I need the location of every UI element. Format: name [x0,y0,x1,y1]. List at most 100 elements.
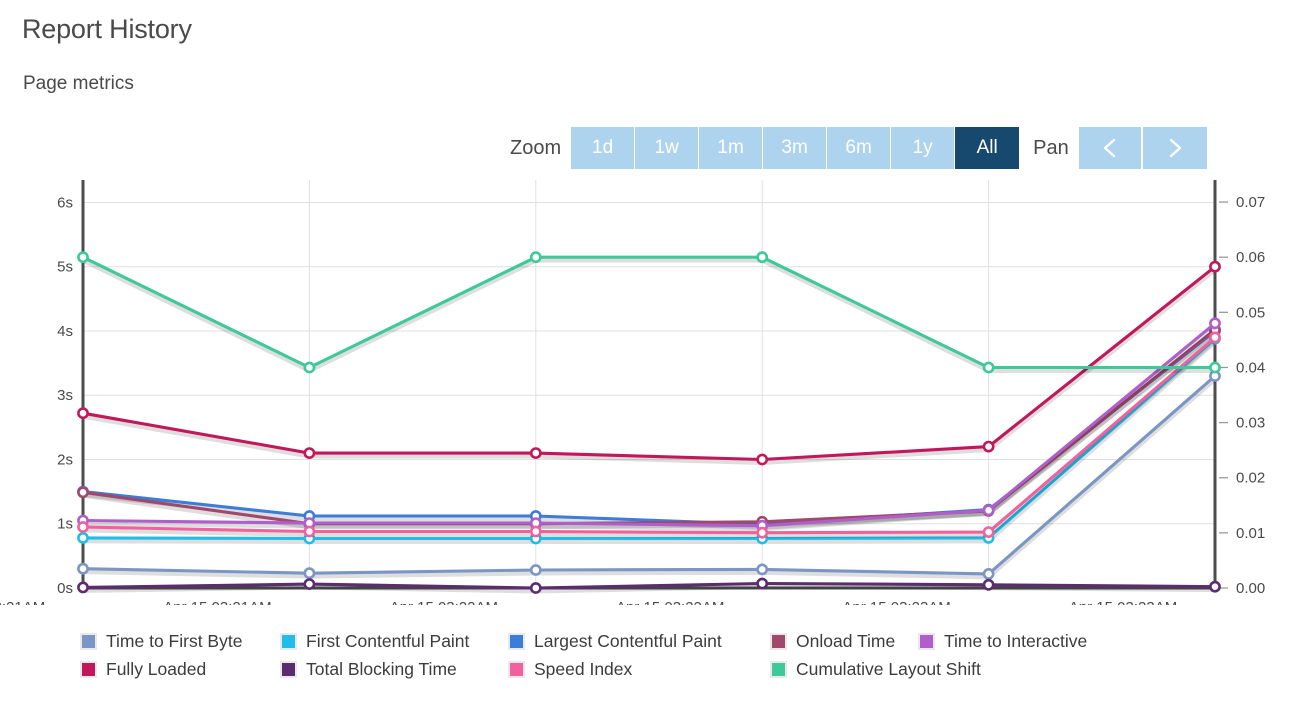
legend-item[interactable]: Speed Index [508,656,770,682]
series-data-point[interactable] [1209,317,1221,330]
legend-swatch-icon [280,632,297,650]
legend-swatch-icon [508,632,525,650]
series-data-point[interactable] [303,567,316,580]
legend-item-label: First Contentful Paint [306,630,470,651]
page-subtitle: Page metrics [23,73,134,94]
legend-item-label: Onload Time [796,630,896,651]
series-line-shadow [82,331,1217,530]
series-data-point[interactable] [1209,260,1221,273]
series-data-point[interactable] [77,251,89,264]
legend-item[interactable]: Onload Time [770,628,918,654]
series-data-point[interactable] [756,526,769,539]
series-data-point[interactable] [1209,331,1221,344]
legend-swatch-icon [918,632,935,650]
line-chart-canvas: 0s 1s 2s 3s 4s 5s 6s Apr 15 03:21AM Apr 15 03:21… [0,180,1265,605]
series-line [81,321,1217,528]
series-line-shadow [82,584,1216,594]
series-data-point[interactable] [982,361,995,374]
series-data-point[interactable] [982,440,995,453]
legend-swatch-icon [770,632,787,650]
series-data-point[interactable] [756,251,769,264]
series-data-point[interactable] [982,567,995,580]
zoom-button-1d[interactable]: 1d [571,127,636,169]
report-history-page: Report History Page metrics Zoom 1d 1w 1m 3… [0,0,1300,716]
series-line-shadow [82,258,1215,374]
series-data-point[interactable] [1209,580,1221,593]
chart-series[interactable] [77,317,1221,532]
y-axis-left-tick-label: 3s [57,387,73,404]
pan-button-group [1078,127,1207,169]
pan-next-button[interactable] [1142,127,1207,169]
series-data-point[interactable] [303,361,316,374]
series-data-point[interactable] [77,581,89,594]
chart-series[interactable] [77,323,1221,530]
zoom-button-1w[interactable]: 1w [635,127,700,169]
series-data-point[interactable] [982,504,995,517]
legend-swatch-icon [280,660,297,678]
legend-item[interactable]: Total Blocking Time [280,656,508,682]
legend-item[interactable]: First Contentful Paint [280,628,508,654]
y-axis-right-tick-label: 0.03 [1236,415,1265,432]
series-line-shadow [82,332,1217,530]
legend-item[interactable]: Largest Contentful Paint [508,628,770,654]
series-data-point[interactable] [303,525,316,538]
chart-series[interactable] [77,260,1221,466]
zoom-label: Zoom [510,137,562,159]
y-axis-left-tick-label: 6s [57,194,73,211]
series-data-point[interactable] [77,407,89,420]
chart-range-toolbar: Zoom 1d 1w 1m 3m 6m 1y All Pan [510,127,1207,169]
legend-item-label: Total Blocking Time [306,658,457,679]
legend-item-label: Time to Interactive [944,630,1088,651]
chart-series[interactable] [77,251,1221,374]
series-line [81,265,1217,462]
chevron-right-icon [1165,136,1185,160]
series-data-point[interactable] [77,486,89,499]
zoom-button-1m[interactable]: 1m [699,127,764,169]
series-data-point[interactable] [1209,361,1221,374]
y-axis-right-tick-label: 0.07 [1236,194,1265,211]
series-data-point[interactable] [77,562,89,575]
series-data-point[interactable] [756,453,769,466]
legend-item[interactable]: Cumulative Layout Shift [770,656,981,682]
pan-prev-button[interactable] [1078,127,1143,169]
page-title: Report History [22,14,192,44]
series-data-point[interactable] [529,582,542,594]
zoom-button-1y[interactable]: 1y [891,127,956,169]
series-data-point[interactable] [529,564,542,576]
legend-item[interactable]: Time to Interactive [918,628,1087,654]
series-data-point[interactable] [77,521,89,533]
legend-item-label: Time to First Byte [106,630,243,651]
zoom-button-group: 1d 1w 1m 3m 6m 1y All [571,127,1020,169]
y-axis-left-tick-label: 5s [57,259,73,276]
zoom-button-all[interactable]: All [955,127,1020,169]
chart-series[interactable] [77,331,1221,539]
series-data-point[interactable] [529,447,542,459]
series-line [81,328,1217,526]
series-data-point[interactable] [756,563,769,576]
series-data-point[interactable] [303,578,316,590]
chart-series[interactable] [77,325,1221,531]
chart-series[interactable] [77,577,1221,594]
legend-swatch-icon [80,660,97,678]
series-data-point[interactable] [529,251,542,264]
y-axis-right-tick-label: 0.02 [1236,470,1265,487]
series-data-point[interactable] [756,577,769,590]
series-data-point[interactable] [982,578,995,591]
y-axis-right-tick-label: 0.01 [1236,525,1265,542]
zoom-button-3m[interactable]: 3m [763,127,828,169]
x-axis-tick-label: Apr 15 03:22AM [390,599,498,605]
legend-item[interactable]: Fully Loaded [80,656,280,682]
legend-item-label: Speed Index [534,658,633,679]
chevron-left-icon [1100,136,1120,160]
y-axis-right-tick-label: 0.06 [1236,249,1265,266]
x-axis-tick-label: Apr 15 03:23AM [842,599,950,605]
legend-swatch-icon [770,660,787,678]
series-data-point[interactable] [77,531,89,544]
legend-item[interactable]: Time to First Byte [80,628,280,654]
series-data-point[interactable] [982,526,995,538]
y-axis-left-tick-label: 0s [57,580,73,597]
series-line [81,255,1217,370]
zoom-button-6m[interactable]: 6m [827,127,892,169]
series-data-point[interactable] [529,525,542,538]
series-data-point[interactable] [303,447,316,459]
